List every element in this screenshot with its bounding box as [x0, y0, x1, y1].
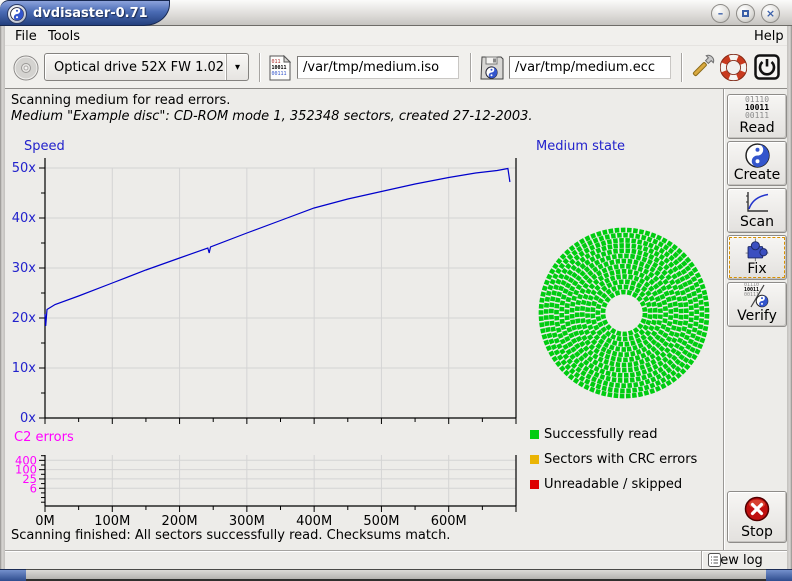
legend-item-crc: Sectors with CRC errors: [530, 451, 697, 467]
svg-text:100M: 100M: [94, 514, 130, 528]
resize-grip-left[interactable]: [0, 569, 26, 581]
legend-label: Unreadable / skipped: [544, 477, 682, 492]
legend-item-success: Successfully read: [530, 426, 657, 442]
window-border-left: [0, 26, 5, 569]
toolbar-separator: [259, 53, 260, 82]
view-log-button[interactable]: View log: [708, 551, 763, 569]
svg-text:0x: 0x: [20, 411, 36, 426]
stop-button[interactable]: Stop: [727, 491, 787, 543]
svg-text:30x: 30x: [12, 261, 37, 276]
menu-file[interactable]: File: [11, 28, 41, 45]
quit-power-icon[interactable]: [752, 53, 782, 81]
optical-drive-icon: [12, 54, 40, 82]
disc-visualization: [531, 220, 719, 408]
fix-button[interactable]: Fix: [727, 235, 787, 280]
close-button[interactable]: ×: [761, 4, 780, 23]
help-lifebelt-icon[interactable]: [718, 53, 748, 81]
svg-text:200M: 200M: [162, 514, 198, 528]
ecc-path-input[interactable]: [509, 56, 671, 79]
puzzle-fix-icon: [728, 236, 786, 262]
menubar: File Tools Help: [5, 26, 787, 46]
resize-grip-right[interactable]: [766, 569, 792, 581]
viewlog-separator: [701, 551, 702, 569]
read-button-label: Read: [739, 121, 774, 136]
scan-button[interactable]: Scan: [727, 188, 787, 233]
svg-text:500M: 500M: [363, 514, 399, 528]
stop-icon: [728, 492, 786, 525]
svg-text:20x: 20x: [12, 311, 37, 326]
ecc-file-icon: [479, 54, 505, 81]
svg-text:0M: 0M: [35, 514, 55, 528]
svg-text:50x: 50x: [12, 161, 37, 176]
legend-label: Sectors with CRC errors: [544, 452, 697, 467]
fix-button-label: Fix: [747, 262, 766, 277]
log-list-icon: [708, 553, 721, 567]
create-button-label: Create: [734, 168, 781, 183]
iso-image-icon: 011 10011 00111: [268, 54, 292, 81]
svg-text:400M: 400M: [296, 514, 332, 528]
maximize-button[interactable]: [736, 4, 755, 23]
binary-yin-yang-verify-icon: 01110 10011 00111: [728, 283, 786, 309]
chevron-down-icon: ▾: [226, 54, 248, 80]
app-window: dvdisaster-0.71 – × File Tools Help Opti…: [0, 0, 792, 581]
drive-select-label: Optical drive 52X FW 1.02: [45, 60, 226, 75]
toolbar-separator: [681, 53, 682, 82]
toolbar-separator: [470, 53, 471, 82]
svg-text:10x: 10x: [12, 361, 37, 376]
window-title: dvdisaster-0.71: [33, 6, 148, 21]
verify-button[interactable]: 01110 10011 00111 Verify: [727, 282, 787, 327]
legend-label: Successfully read: [544, 427, 657, 442]
minimize-button[interactable]: –: [711, 4, 730, 23]
c2-errors-chart: 4001002560M100M200M300M400M500M600M: [0, 428, 524, 528]
preferences-wrench-icon[interactable]: [688, 53, 716, 81]
status-line-2: Medium "Example disc": CD-ROM mode 1, 35…: [11, 109, 533, 124]
yin-yang-create-icon: [728, 142, 786, 168]
maximize-square-icon: [742, 10, 749, 17]
menu-tools[interactable]: Tools: [44, 28, 84, 45]
toolbar: Optical drive 52X FW 1.02 ▾ 011 10011 00…: [5, 46, 787, 89]
green-swatch-icon: [530, 430, 539, 439]
titlebar: dvdisaster-0.71 – ×: [0, 0, 792, 26]
speed-chart: 0x 10x 20x 30x 40x 50x: [0, 138, 524, 430]
read-button[interactable]: 01110 10011 00111 Read: [727, 94, 787, 139]
window-border-bottom: [0, 569, 792, 581]
scan-button-label: Scan: [740, 215, 774, 230]
status-line-1: Scanning medium for read errors.: [11, 93, 230, 108]
svg-text:00111: 00111: [272, 71, 287, 77]
svg-text:600M: 600M: [431, 514, 467, 528]
statusbar-divider: [5, 550, 787, 551]
verify-button-label: Verify: [737, 309, 777, 324]
menu-help[interactable]: Help: [750, 28, 788, 45]
result-text: Scanning finished: All sectors successfu…: [11, 528, 450, 543]
svg-text:300M: 300M: [229, 514, 265, 528]
svg-text:40x: 40x: [12, 211, 37, 226]
stop-button-label: Stop: [741, 525, 773, 540]
legend-item-unreadable: Unreadable / skipped: [530, 476, 682, 492]
app-yin-yang-icon: [7, 4, 27, 24]
medium-state-title: Medium state: [536, 139, 625, 154]
window-border-right: [787, 26, 792, 569]
curve-scan-icon: [728, 189, 786, 215]
iso-path-input[interactable]: [297, 56, 459, 79]
sidebar-separator: [723, 89, 724, 550]
yellow-swatch-icon: [530, 455, 539, 464]
red-swatch-icon: [530, 480, 539, 489]
create-button[interactable]: Create: [727, 141, 787, 186]
svg-text:6: 6: [30, 481, 37, 495]
title-tab: dvdisaster-0.71: [0, 0, 170, 26]
binary-read-icon: 01110 10011 00111: [745, 96, 769, 120]
drive-select[interactable]: Optical drive 52X FW 1.02 ▾: [44, 53, 249, 81]
